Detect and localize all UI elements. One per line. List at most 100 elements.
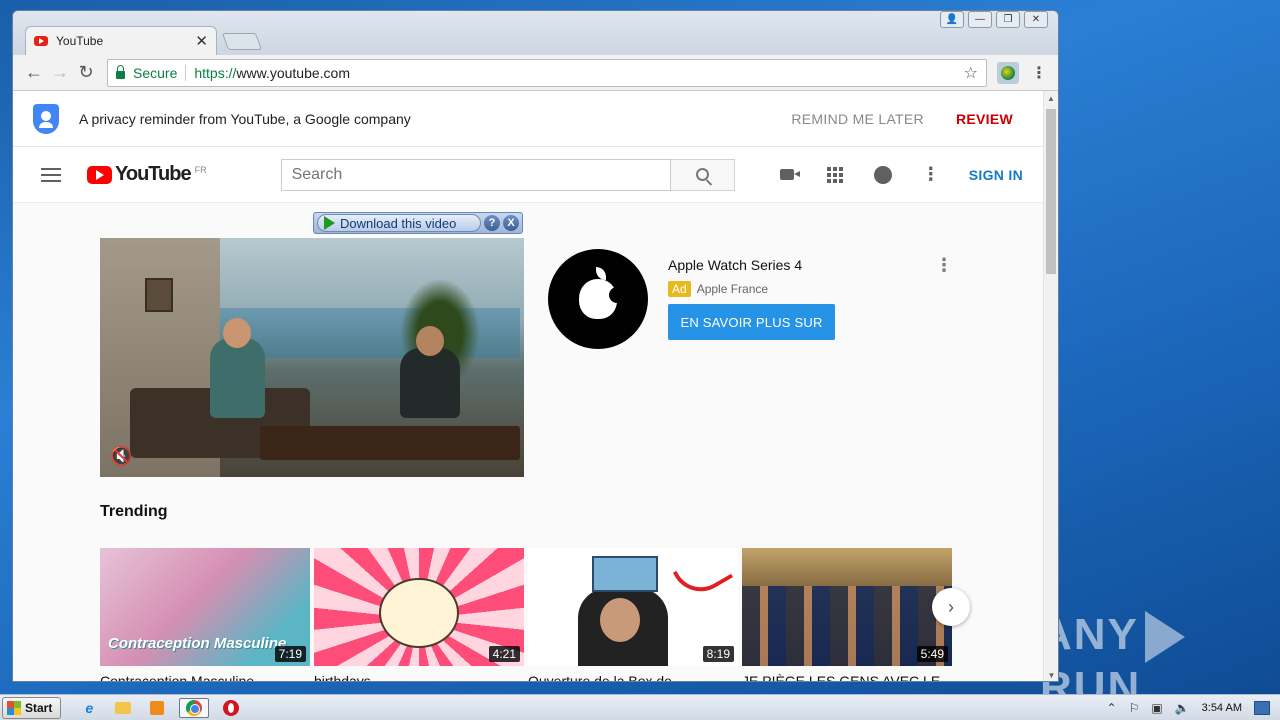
- start-label: Start: [25, 700, 53, 715]
- messages-icon[interactable]: [873, 165, 893, 185]
- extension-button[interactable]: [997, 61, 1019, 84]
- browser-tab[interactable]: YouTube ✕: [25, 26, 217, 55]
- thumbnail-arrow: [672, 548, 734, 603]
- url-host: www.youtube.com: [236, 64, 350, 81]
- privacy-text: A privacy reminder from YouTube, a Googl…: [79, 110, 411, 127]
- trending-heading[interactable]: Trending: [100, 503, 168, 521]
- lock-icon: [116, 64, 125, 79]
- youtube-logo[interactable]: YouTube FR: [87, 163, 207, 186]
- clock[interactable]: 3:54 AM: [1202, 702, 1242, 714]
- apple-logo[interactable]: [548, 249, 648, 349]
- remind-me-later-button[interactable]: REMIND ME LATER: [791, 111, 924, 127]
- start-button[interactable]: Start: [2, 696, 62, 719]
- review-button[interactable]: REVIEW: [956, 111, 1013, 127]
- youtube-wordmark: YouTube: [115, 163, 192, 185]
- search-box: [280, 158, 735, 191]
- browser-titlebar: YouTube ✕ 👤 — ❐ ✕: [13, 11, 1058, 55]
- more-vert-icon[interactable]: ⋮: [921, 164, 941, 185]
- network-icon[interactable]: ▣: [1151, 701, 1162, 715]
- thumbnail-head: [600, 598, 640, 642]
- download-close-icon[interactable]: X: [503, 215, 519, 231]
- youtube-favicon-icon: [34, 36, 48, 46]
- apple-icon: [579, 267, 625, 319]
- thumbnail-overlay-text: Contraception Masculine: [108, 635, 287, 652]
- ad-cta-button[interactable]: EN SAVOIR PLUS SUR: [668, 304, 835, 340]
- new-tab-button[interactable]: [221, 33, 263, 50]
- url-scheme: https://: [194, 64, 237, 81]
- apps-grid-icon[interactable]: [825, 165, 845, 185]
- video-thumbnail[interactable]: 5:49: [742, 548, 952, 666]
- windows-taskbar: Start e ⌃ ⚐ ▣ 🔈 3:54 AM: [0, 694, 1280, 720]
- address-separator: [185, 64, 187, 81]
- video-title[interactable]: JE PIÈGE LES GENS AVEC LE: [742, 673, 952, 681]
- profile-button[interactable]: 👤: [940, 11, 964, 28]
- taskbar-pinned: e: [77, 697, 243, 718]
- ad-more-vert-icon[interactable]: ⋮: [935, 255, 953, 276]
- search-icon: [695, 168, 709, 181]
- volume-icon[interactable]: 🔈: [1175, 701, 1190, 715]
- scroll-down-icon[interactable]: ▼: [1044, 668, 1058, 681]
- ad-badge: Ad: [668, 281, 691, 297]
- forward-button[interactable]: →: [47, 62, 73, 83]
- scrollbar-thumb[interactable]: [1046, 109, 1056, 274]
- page-scrollbar[interactable]: ▲ ▼: [1043, 91, 1058, 681]
- minimize-button[interactable]: —: [968, 11, 992, 28]
- video-title[interactable]: birthdays: [314, 673, 524, 681]
- maximize-button[interactable]: ❐: [996, 11, 1020, 28]
- show-desktop-icon[interactable]: [1254, 700, 1270, 715]
- video-title[interactable]: Ouverture de la Box de: [528, 673, 738, 681]
- reload-button[interactable]: ↻: [73, 62, 99, 83]
- video-scene-person: [210, 338, 265, 418]
- browser-toolbar: ← → ↻ Secure https:// www.youtube.com ☆ …: [13, 55, 1058, 91]
- search-input[interactable]: [280, 158, 671, 191]
- ad-advertiser: Apple France: [696, 282, 769, 296]
- video-title[interactable]: Contraception Masculine: [100, 673, 310, 681]
- back-button[interactable]: ←: [21, 62, 47, 83]
- video-thumbnail[interactable]: Contraception Masculine 7:19: [100, 548, 310, 666]
- address-bar[interactable]: Secure https:// www.youtube.com ☆: [107, 58, 987, 87]
- close-window-button[interactable]: ✕: [1024, 11, 1048, 28]
- chrome-icon[interactable]: [179, 697, 210, 718]
- hamburger-menu-icon[interactable]: [41, 164, 61, 186]
- shield-icon: [33, 103, 59, 134]
- download-video-bar: Download this video ? X: [313, 212, 523, 234]
- file-explorer-icon[interactable]: [111, 698, 135, 718]
- watermark-play-icon: [1144, 611, 1185, 664]
- video-scene-head: [223, 318, 251, 348]
- tab-close-icon[interactable]: ✕: [195, 32, 208, 50]
- chevron-right-icon[interactable]: ›: [932, 588, 970, 626]
- sign-in-button[interactable]: SIGN IN: [969, 167, 1023, 183]
- thumbnail-box: [592, 556, 658, 592]
- video-thumbnail[interactable]: 8:19: [528, 548, 738, 666]
- trending-thumbnails: Contraception Masculine 7:19 4:21 8:19 5…: [100, 548, 952, 666]
- scroll-up-icon[interactable]: ▲: [1044, 91, 1058, 106]
- opera-icon[interactable]: [219, 698, 243, 718]
- video-scene-head: [416, 326, 444, 356]
- masthead-icons: ⋮ SIGN IN: [777, 164, 1023, 185]
- youtube-play-icon: [87, 165, 112, 184]
- bookmark-star-icon[interactable]: ☆: [964, 63, 978, 83]
- ad-video-player[interactable]: 🔇: [100, 238, 524, 477]
- thumbnail-character: [379, 578, 459, 648]
- search-button[interactable]: [670, 158, 735, 191]
- video-thumbnail[interactable]: 4:21: [314, 548, 524, 666]
- extension-globe-icon: [1001, 65, 1015, 80]
- internet-explorer-icon[interactable]: e: [77, 698, 101, 718]
- download-video-button[interactable]: Download this video: [317, 214, 481, 232]
- ad-meta: Ad Apple France: [668, 281, 768, 297]
- action-center-flag-icon[interactable]: ⚐: [1129, 701, 1140, 715]
- mute-icon[interactable]: 🔇: [110, 446, 132, 467]
- video-scene-frame: [145, 278, 173, 312]
- ad-title[interactable]: Apple Watch Series 4: [668, 257, 802, 273]
- media-player-icon[interactable]: [145, 698, 169, 718]
- masthead: YouTube FR ⋮ SIGN IN: [13, 147, 1043, 203]
- download-label: Download this video: [340, 215, 457, 231]
- download-help-icon[interactable]: ?: [484, 215, 500, 231]
- video-camera-icon[interactable]: [777, 165, 800, 185]
- tray-expand-icon[interactable]: ⌃: [1107, 701, 1117, 715]
- browser-menu-icon[interactable]: ⋮: [1031, 63, 1047, 83]
- video-scene-table: [260, 426, 520, 460]
- browser-window: YouTube ✕ 👤 — ❐ ✕ ← → ↻ Secure https:// …: [12, 10, 1059, 682]
- download-play-icon: [324, 216, 335, 230]
- page-viewport: A privacy reminder from YouTube, a Googl…: [13, 91, 1058, 681]
